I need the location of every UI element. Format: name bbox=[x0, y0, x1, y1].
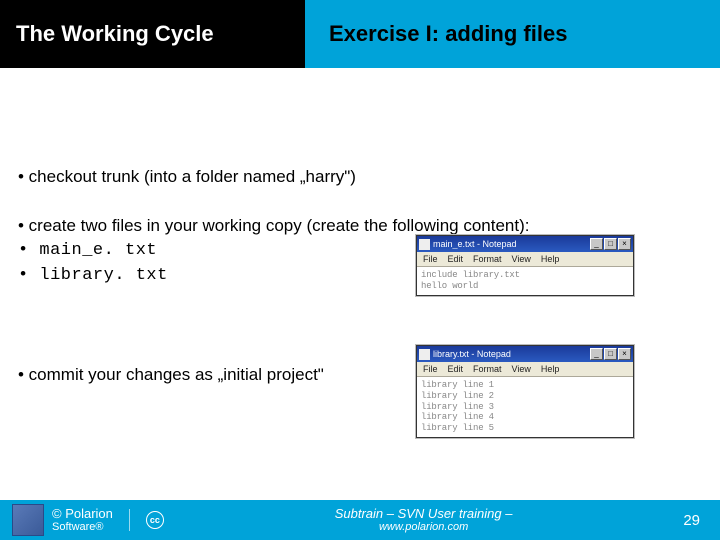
cc-icon: cc bbox=[146, 511, 164, 529]
notepad-body[interactable]: include library.txt hello world bbox=[417, 267, 633, 295]
notepad-app-icon bbox=[419, 239, 430, 250]
minimize-button[interactable]: _ bbox=[590, 348, 603, 360]
text-line: library line 3 bbox=[421, 402, 629, 413]
bullet-checkout: • checkout trunk (into a folder named „h… bbox=[18, 166, 702, 189]
notepad-main-e: main_e.txt - Notepad _ □ × File Edit For… bbox=[416, 235, 634, 296]
notepad-titlebar: library.txt - Notepad _ □ × bbox=[417, 346, 633, 362]
text-line: include library.txt bbox=[421, 270, 629, 281]
menu-format[interactable]: Format bbox=[473, 364, 502, 374]
notepad-menubar: File Edit Format View Help bbox=[417, 362, 633, 377]
text-line: library line 4 bbox=[421, 412, 629, 423]
menu-view[interactable]: View bbox=[512, 254, 531, 264]
header-left-black: The Working Cycle bbox=[0, 0, 305, 68]
notepad-library: library.txt - Notepad _ □ × File Edit Fo… bbox=[416, 345, 634, 438]
menu-file[interactable]: File bbox=[423, 364, 438, 374]
slide-footer: © Polarion Software® cc Subtrain – SVN U… bbox=[0, 500, 720, 540]
footer-training-text: Subtrain – SVN User training – bbox=[164, 507, 683, 521]
menu-format[interactable]: Format bbox=[473, 254, 502, 264]
menu-edit[interactable]: Edit bbox=[448, 254, 464, 264]
maximize-button[interactable]: □ bbox=[604, 348, 617, 360]
footer-separator bbox=[129, 509, 130, 531]
menu-help[interactable]: Help bbox=[541, 254, 560, 264]
slide-title: Exercise I: adding files bbox=[329, 21, 567, 47]
footer-center-text: Subtrain – SVN User training – www.polar… bbox=[164, 507, 683, 533]
close-button[interactable]: × bbox=[618, 348, 631, 360]
notepad-menubar: File Edit Format View Help bbox=[417, 252, 633, 267]
maximize-button[interactable]: □ bbox=[604, 238, 617, 250]
close-button[interactable]: × bbox=[618, 238, 631, 250]
footer-url: www.polarion.com bbox=[164, 521, 683, 533]
notepad-body[interactable]: library line 1 library line 2 library li… bbox=[417, 377, 633, 437]
section-title: The Working Cycle bbox=[16, 21, 214, 47]
footer-copyright: © Polarion Software® bbox=[52, 507, 113, 533]
menu-help[interactable]: Help bbox=[541, 364, 560, 374]
minimize-button[interactable]: _ bbox=[590, 238, 603, 250]
text-line: library line 2 bbox=[421, 391, 629, 402]
notepad-titlebar: main_e.txt - Notepad _ □ × bbox=[417, 236, 633, 252]
page-number: 29 bbox=[683, 512, 700, 529]
menu-file[interactable]: File bbox=[423, 254, 438, 264]
menu-view[interactable]: View bbox=[512, 364, 531, 374]
text-line: library line 5 bbox=[421, 423, 629, 434]
text-line: library line 1 bbox=[421, 380, 629, 391]
notepad-title: main_e.txt - Notepad bbox=[433, 239, 590, 249]
copyright-line-2: Software® bbox=[52, 521, 113, 533]
notepad-app-icon bbox=[419, 349, 430, 360]
text-line: hello world bbox=[421, 281, 629, 292]
notepad-title: library.txt - Notepad bbox=[433, 349, 590, 359]
polarion-logo-icon bbox=[12, 504, 44, 536]
copyright-line-1: © Polarion bbox=[52, 507, 113, 521]
menu-edit[interactable]: Edit bbox=[448, 364, 464, 374]
header-right-blue: Exercise I: adding files bbox=[305, 0, 720, 68]
slide-header: The Working Cycle Exercise I: adding fil… bbox=[0, 0, 720, 68]
